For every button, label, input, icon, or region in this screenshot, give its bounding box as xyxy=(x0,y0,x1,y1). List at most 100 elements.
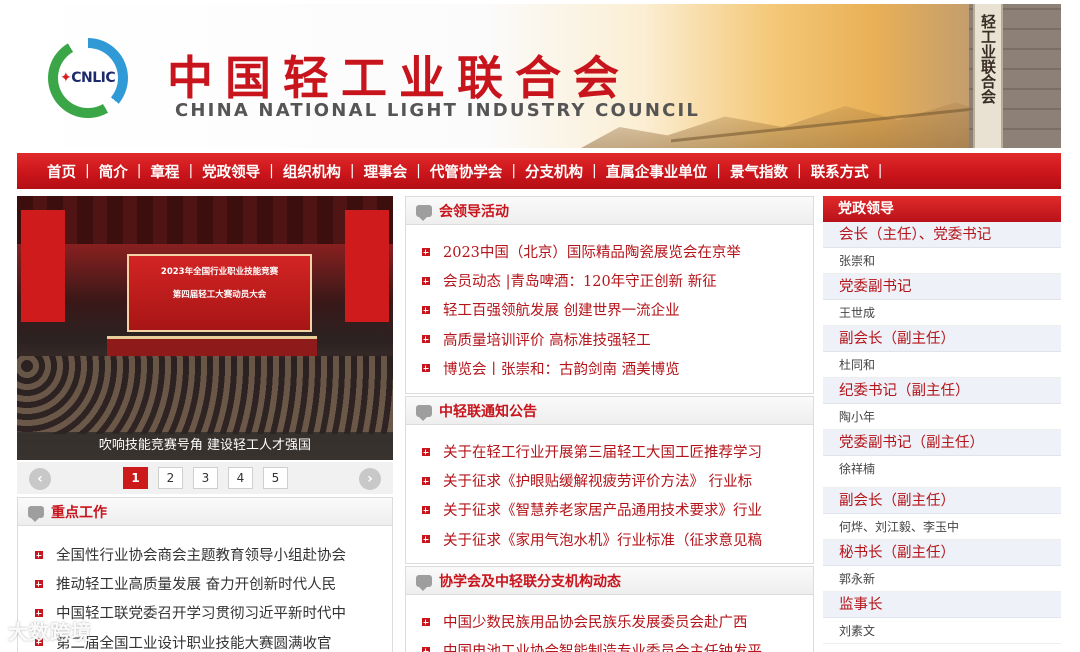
bullet-icon xyxy=(422,364,430,373)
list-item[interactable]: 会员动态 |青岛啤酒：120年守正创新 新征 xyxy=(422,266,813,295)
bullet-icon xyxy=(35,550,43,559)
list-item[interactable]: 2023中国（北京）国际精品陶瓷展览会在京举 xyxy=(422,237,813,266)
nav-item-charter[interactable]: 章程 xyxy=(150,161,179,182)
speech-bubble-icon xyxy=(416,404,432,421)
nav-separator: | xyxy=(188,163,194,179)
nav-item-organization[interactable]: 组织机构 xyxy=(283,161,341,182)
nav-item-index[interactable]: 景气指数 xyxy=(730,161,788,182)
associations-panel: 协学会及中轻联分支机构动态 中国少数民族用品协会民族乐发展委员会赴广西 中国电池… xyxy=(405,566,814,652)
bullet-icon xyxy=(422,476,430,485)
nav-separator: | xyxy=(269,163,274,179)
nav-item-leadership[interactable]: 党政领导 xyxy=(202,161,260,182)
list-item[interactable]: 关于在轻工行业开展第三届轻工大国工匠推荐学习 xyxy=(422,437,813,466)
nav-item-contact[interactable]: 联系方式 xyxy=(811,161,869,182)
vertical-banner-right xyxy=(345,210,389,322)
nav-separator: | xyxy=(349,163,355,179)
nav-item-intro[interactable]: 简介 xyxy=(99,161,128,182)
leader-name[interactable]: 郭永新 xyxy=(823,566,1061,592)
bullet-icon xyxy=(422,617,430,626)
panel-title: 中轻联通知公告 xyxy=(439,403,537,420)
bullet-icon xyxy=(422,505,430,514)
leader-name[interactable]: 王世成 xyxy=(823,300,1061,326)
leader-activities-panel: 会领导活动 2023中国（北京）国际精品陶瓷展览会在京举 会员动态 |青岛啤酒：… xyxy=(405,196,814,394)
speech-bubble-icon xyxy=(416,204,432,221)
bullet-icon xyxy=(422,305,430,314)
page-button[interactable]: 2 xyxy=(158,467,183,489)
nav-separator: | xyxy=(511,163,517,179)
bullet-icon xyxy=(422,247,430,256)
leader-role[interactable]: 党委副书记 xyxy=(823,274,1061,300)
page-button[interactable]: 5 xyxy=(263,467,288,489)
panel-header: 重点工作 xyxy=(18,498,392,526)
logo-text: ✦CNLIC xyxy=(60,70,116,86)
leader-role[interactable]: 副会长（副主任） xyxy=(823,326,1061,352)
list-item[interactable]: 中国电池工业协会智能制造专业委员会主任钟发平 xyxy=(422,636,813,652)
bullet-icon xyxy=(422,447,430,456)
page-button[interactable]: 4 xyxy=(228,467,253,489)
activities-list: 2023中国（北京）国际精品陶瓷展览会在京举 会员动态 |青岛啤酒：120年守正… xyxy=(406,225,813,383)
leader-name[interactable]: 杜同和 xyxy=(823,352,1061,378)
leadership-panel: 党政领导 会长（主任）、党委书记 张崇和 党委副书记 王世成 副会长（副主任） … xyxy=(823,196,1061,652)
leader-role[interactable]: 监事长 xyxy=(823,592,1061,618)
leader-name[interactable]: 何烨、刘江毅、李玉中 xyxy=(823,514,1061,540)
list-item[interactable]: 高质量培训评价 高标准技强轻工 xyxy=(422,325,813,354)
watermark: 大数跨境 xyxy=(8,620,92,644)
list-item[interactable]: 关于征求《智慧养老家居产品通用技术要求》行业 xyxy=(422,495,813,524)
page-button[interactable]: 1 xyxy=(123,467,148,489)
site-title-cn: 中国轻工业联合会 xyxy=(167,51,631,105)
vertical-banner-left xyxy=(21,210,65,322)
stage xyxy=(107,336,317,358)
nav-separator: | xyxy=(796,163,802,179)
nav-item-council[interactable]: 理事会 xyxy=(364,161,408,182)
nav-item-affiliates[interactable]: 直属企事业单位 xyxy=(606,161,708,182)
notices-list: 关于在轻工行业开展第三届轻工大国工匠推荐学习 关于征求《护眼贴缓解视疲劳评价方法… xyxy=(406,425,813,554)
prev-arrow-icon[interactable]: ‹ xyxy=(29,468,51,490)
leader-name[interactable]: 陶小年 xyxy=(823,404,1061,430)
list-item[interactable]: 全国性行业协会商会主题教育领导小组赴协会 xyxy=(35,540,392,569)
leader-role[interactable]: 党委副书记（副主任） xyxy=(823,430,1061,456)
leader-role[interactable]: 副会长（副主任） xyxy=(823,488,1061,514)
panel-header: 会领导活动 xyxy=(406,197,813,225)
nav-separator: | xyxy=(877,163,883,179)
nav-item-associations[interactable]: 代管协学会 xyxy=(430,161,503,182)
leader-name[interactable]: 刘素文 xyxy=(823,618,1061,644)
list-item[interactable]: 关于征求《家用气泡水机》行业标准（征求意见稿 xyxy=(422,525,813,554)
news-slideshow[interactable]: 2023年全国行业职业技能竞赛 第四届轻工大赛动员大会 吹响技能竞赛号角 建设轻… xyxy=(17,196,393,460)
leader-role[interactable]: 纪委书记（副主任） xyxy=(823,378,1061,404)
screen-line-2: 第四届轻工大赛动员大会 xyxy=(172,290,267,300)
speech-bubble-icon xyxy=(416,574,432,591)
speech-bubble-icon xyxy=(28,505,44,522)
next-arrow-icon[interactable]: › xyxy=(359,468,381,490)
stele-text: 轻工业联合会 xyxy=(979,14,997,104)
leader-role[interactable]: 秘书长（副主任） xyxy=(823,540,1061,566)
star-icon: ✦ xyxy=(60,70,72,86)
nav-item-home[interactable]: 首页 xyxy=(47,161,76,182)
page-button[interactable]: 3 xyxy=(193,467,218,489)
list-item[interactable]: 关于征求《护眼贴缓解视疲劳评价方法》 行业标 xyxy=(422,466,813,495)
panel-header: 协学会及中轻联分支机构动态 xyxy=(406,567,813,595)
bullet-icon xyxy=(422,276,430,285)
list-item[interactable]: 中国少数民族用品协会民族乐发展委员会赴广西 xyxy=(422,607,813,636)
panel-header: 中轻联通知公告 xyxy=(406,397,813,425)
bullet-icon xyxy=(422,535,430,544)
nav-separator: | xyxy=(136,163,142,179)
bullet-icon xyxy=(422,646,430,652)
nav-item-branches[interactable]: 分支机构 xyxy=(525,161,583,182)
leader-name[interactable]: 徐祥楠 xyxy=(823,456,1061,488)
nav-separator: | xyxy=(716,163,721,179)
leader-name[interactable]: 张崇和 xyxy=(823,248,1061,274)
list-item[interactable]: 博览会丨张崇和：古韵剑南 酒美博览 xyxy=(422,354,813,383)
stele-plaque: 轻工业联合会 xyxy=(973,4,1003,148)
audience xyxy=(17,356,393,434)
screen-line-1: 2023年全国行业职业技能竞赛 xyxy=(160,267,279,277)
main-nav: 首页 | 简介 | 章程 | 党政领导 | 组织机构 | 理事会 | 代管协学会 | 分支机构… xyxy=(17,153,1061,189)
bullet-icon xyxy=(35,579,43,588)
list-item[interactable]: 推动轻工业高质量发展 奋力开创新时代人民 xyxy=(35,569,392,598)
associations-list: 中国少数民族用品协会民族乐发展委员会赴广西 中国电池工业协会智能制造专业委员会主… xyxy=(406,595,813,652)
slide-caption[interactable]: 吹响技能竞赛号角 建设轻工人才强国 xyxy=(17,432,393,460)
page-buttons: 1 2 3 4 5 xyxy=(123,467,298,489)
panel-title: 协学会及中轻联分支机构动态 xyxy=(439,573,621,590)
list-item[interactable]: 轻工百强领航发展 创建世界一流企业 xyxy=(422,295,813,324)
slideshow-pager: ‹ 1 2 3 4 5 › xyxy=(17,462,393,494)
leader-role[interactable]: 会长（主任）、党委书记 xyxy=(823,222,1061,248)
